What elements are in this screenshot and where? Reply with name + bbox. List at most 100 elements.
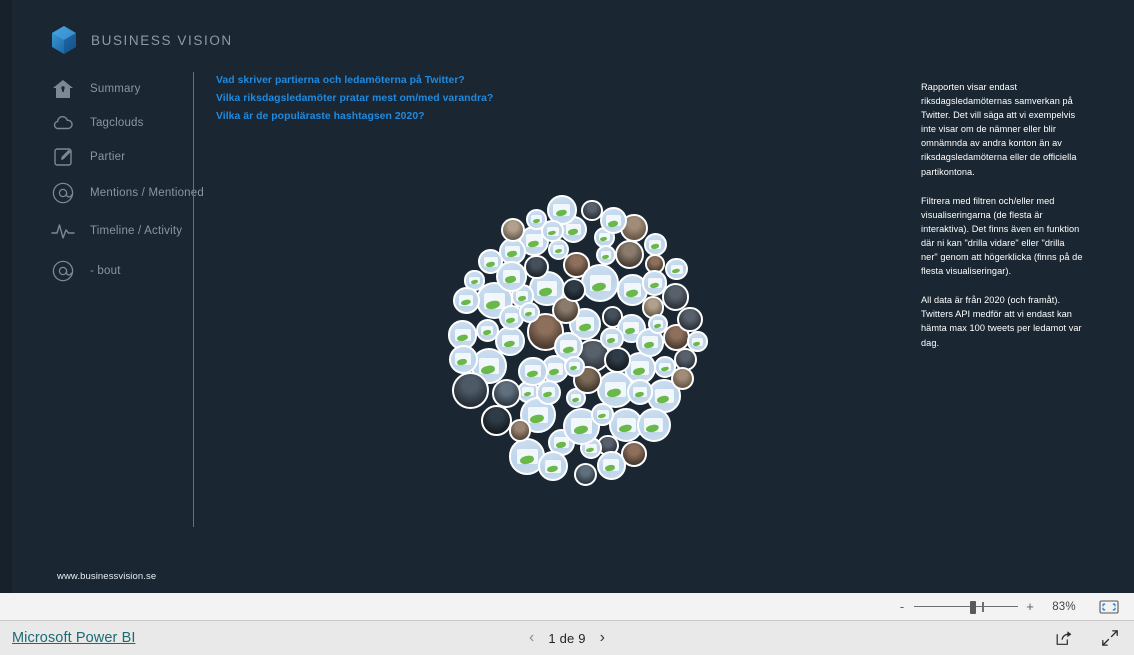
home-icon bbox=[46, 72, 80, 106]
avatar-node[interactable] bbox=[636, 408, 671, 443]
brand-header: BUSINESS VISION bbox=[50, 25, 233, 55]
zoom-percent-label: 83% bbox=[1052, 600, 1076, 613]
page-indicator-label: 1 de 9 bbox=[548, 630, 586, 646]
cloud-icon bbox=[46, 106, 80, 140]
broken-image-placeholder-icon bbox=[598, 452, 624, 478]
avatar-photo bbox=[673, 369, 693, 389]
broken-image-placeholder-icon bbox=[644, 272, 666, 294]
fit-to-page-icon[interactable] bbox=[1098, 599, 1120, 615]
avatar-node[interactable] bbox=[573, 462, 598, 487]
vertical-divider bbox=[193, 72, 195, 527]
broken-image-placeholder-icon bbox=[500, 239, 524, 263]
sidebar-item-partier[interactable]: Partier bbox=[46, 140, 191, 174]
broken-image-placeholder-icon bbox=[597, 246, 615, 264]
sidebar-item-mentions-mentioned[interactable]: Mentions / Mentioned bbox=[46, 176, 204, 210]
avatar-node[interactable] bbox=[687, 331, 708, 352]
question-link-2[interactable]: Vilka riksdagsledamöter pratar mest om/m… bbox=[216, 90, 646, 108]
avatar-node[interactable] bbox=[518, 301, 540, 323]
broken-image-placeholder-icon bbox=[497, 262, 526, 291]
sidebar-nav: Summary Tagclouds Partier Mentions / Men… bbox=[46, 72, 204, 288]
fullscreen-icon[interactable] bbox=[1100, 628, 1120, 648]
avatar-photo bbox=[575, 464, 596, 485]
avatar-node[interactable] bbox=[665, 258, 688, 281]
sidebar-item-tagclouds[interactable]: Tagclouds bbox=[46, 106, 191, 140]
zoom-slider-tick bbox=[982, 601, 984, 612]
site-url: www.businessvision.se bbox=[57, 571, 157, 582]
question-link-3[interactable]: Vilka är de populäraste hashtagsen 2020? bbox=[216, 108, 646, 126]
broken-image-placeholder-icon bbox=[520, 303, 538, 321]
broken-image-placeholder-icon bbox=[602, 328, 622, 348]
avatar-node[interactable] bbox=[448, 344, 478, 374]
broken-image-placeholder-icon bbox=[466, 272, 483, 289]
zoom-in-button[interactable]: + bbox=[1022, 599, 1038, 614]
profile-avatar-cluster[interactable] bbox=[440, 195, 710, 487]
avatar-node[interactable] bbox=[604, 347, 631, 374]
avatar-node[interactable] bbox=[595, 244, 617, 266]
avatar-node[interactable] bbox=[615, 239, 645, 269]
avatar-node[interactable] bbox=[541, 219, 564, 243]
info-panel: Rapporten visar endast riksdagsledamöter… bbox=[921, 80, 1083, 365]
zoom-out-button[interactable]: - bbox=[894, 599, 910, 614]
avatar-node[interactable] bbox=[561, 277, 587, 303]
chevron-right-icon[interactable]: › bbox=[600, 630, 605, 646]
sidebar-item-summary[interactable]: Summary bbox=[46, 72, 191, 106]
at-sign-icon bbox=[46, 254, 80, 288]
avatar-photo bbox=[493, 381, 519, 407]
avatar-node[interactable] bbox=[643, 232, 667, 256]
avatar-photo bbox=[583, 201, 601, 220]
avatar-node[interactable] bbox=[537, 451, 568, 482]
avatar-node[interactable] bbox=[648, 313, 669, 334]
sidebar-item-label: Timeline / Activity bbox=[90, 225, 183, 237]
chevron-left-icon[interactable]: ‹ bbox=[529, 630, 534, 646]
avatar-photo bbox=[623, 443, 646, 466]
avatar-node[interactable] bbox=[581, 263, 620, 302]
avatar-node[interactable] bbox=[600, 207, 627, 235]
broken-image-placeholder-icon bbox=[650, 315, 667, 332]
avatar-photo bbox=[617, 241, 643, 267]
info-paragraph-2: Filtrera med filtren och/eller med visua… bbox=[921, 195, 1083, 277]
broken-image-placeholder-icon bbox=[548, 197, 575, 223]
broken-image-placeholder-icon bbox=[550, 240, 568, 259]
sidebar-item-label: Tagclouds bbox=[90, 117, 144, 129]
avatar-node[interactable] bbox=[452, 286, 480, 314]
avatar-node[interactable] bbox=[475, 318, 499, 342]
broken-image-placeholder-icon bbox=[450, 346, 476, 372]
avatar-node[interactable] bbox=[452, 371, 490, 409]
zoom-slider-track bbox=[914, 605, 1018, 607]
avatar-node[interactable] bbox=[641, 270, 668, 296]
info-paragraph-3: All data är från 2020 (och framåt). Twit… bbox=[921, 295, 1082, 348]
avatar-node[interactable] bbox=[591, 403, 615, 426]
avatar-node[interactable] bbox=[481, 404, 513, 436]
broken-image-placeholder-icon bbox=[583, 265, 618, 300]
sidebar-item-timeline-activity[interactable]: Timeline / Activity bbox=[46, 214, 191, 248]
powerbi-link[interactable]: Microsoft Power BI bbox=[12, 630, 135, 646]
zoom-slider[interactable] bbox=[914, 600, 1018, 614]
avatar-node[interactable] bbox=[596, 450, 626, 480]
bottom-action-bar: Microsoft Power BI ‹ 1 de 9 › bbox=[0, 621, 1134, 655]
avatar-node[interactable] bbox=[491, 379, 521, 409]
question-link-1[interactable]: Vad skriver partierna och ledamöterna på… bbox=[216, 72, 646, 90]
sidebar-item-about[interactable]: - bout bbox=[46, 254, 191, 288]
broken-image-placeholder-icon bbox=[638, 410, 669, 441]
broken-image-placeholder-icon bbox=[520, 358, 546, 384]
avatar-node[interactable] bbox=[508, 419, 532, 442]
avatar-node[interactable] bbox=[627, 378, 653, 405]
activity-pulse-icon bbox=[46, 214, 80, 248]
avatar-node[interactable] bbox=[535, 379, 561, 405]
avatar-photo bbox=[510, 421, 530, 440]
avatar-node[interactable] bbox=[500, 218, 525, 243]
avatar-photo bbox=[483, 406, 511, 434]
sidebar-item-label: Partier bbox=[90, 151, 126, 163]
question-links: Vad skriver partierna och ledamöterna på… bbox=[216, 72, 646, 126]
at-sign-icon bbox=[46, 176, 80, 210]
share-icon[interactable] bbox=[1054, 628, 1074, 648]
avatar-node[interactable] bbox=[563, 355, 585, 377]
avatar-node[interactable] bbox=[495, 260, 528, 293]
avatar-node[interactable] bbox=[671, 367, 695, 391]
avatar-photo bbox=[675, 350, 695, 370]
zoom-bar: - + 83% bbox=[0, 593, 1134, 621]
edit-note-icon bbox=[46, 140, 80, 174]
avatar-node[interactable] bbox=[677, 306, 703, 333]
zoom-slider-thumb[interactable] bbox=[970, 600, 976, 614]
avatar-node[interactable] bbox=[524, 254, 549, 280]
